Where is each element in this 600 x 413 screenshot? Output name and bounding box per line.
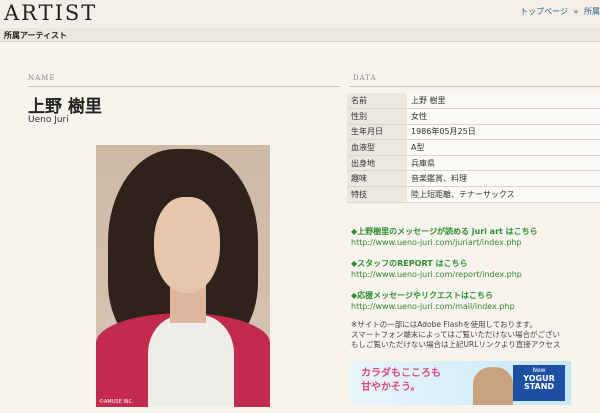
artist-name-en: Ueno Juri xyxy=(28,115,69,125)
profile-row: 生年月日 1986年05月25日 xyxy=(347,124,600,141)
breadcrumb-separator: » xyxy=(573,7,579,16)
profile-row: 血液型 A型 xyxy=(347,139,600,156)
link-juri-art[interactable]: ◆上野樹里のメッセージが読める juri art はこちら http://www… xyxy=(351,226,538,247)
breadcrumb: トップページ » 所属 xyxy=(520,6,600,17)
link-title[interactable]: ◆応援メッセージやリクエストはこちら xyxy=(351,290,515,301)
banner-person-image xyxy=(473,367,513,405)
flash-notice: ※サイトの一部にはAdobe Flashを使用しております。 スマートフォン端末… xyxy=(351,320,600,350)
site-title: ARTIST xyxy=(4,1,98,25)
profile-row: 性別 女性 xyxy=(347,108,600,125)
notice-line: スマートフォン端末によってはご覧いただけない場合がござい xyxy=(351,330,561,339)
profile-value: 女性 xyxy=(407,108,600,125)
profile-value: 音楽鑑賞、料理 xyxy=(407,170,600,188)
name-section-label: NAME xyxy=(28,74,56,82)
data-divider xyxy=(350,86,600,87)
profile-value: 1986年05月25日 xyxy=(407,124,600,141)
profile-key: 性別 xyxy=(347,108,407,125)
data-section-label: DATA xyxy=(353,74,377,82)
profile-row: 出身地 兵庫県 xyxy=(347,155,600,172)
profile-key: 出身地 xyxy=(347,155,407,172)
link-report[interactable]: ◆スタッフのREPORT はこちら http://www.ueno-juri.c… xyxy=(351,258,522,279)
link-url[interactable]: http://www.ueno-juri.com/juriart/index.p… xyxy=(351,238,538,247)
link-mail[interactable]: ◆応援メッセージやリクエストはこちら http://www.ueno-juri.… xyxy=(351,290,515,311)
page-title: 所属アーティスト xyxy=(4,31,68,40)
profile-value: 上野 樹里 xyxy=(407,93,600,110)
banner-copy-line: カラダもこころも xyxy=(361,368,441,379)
banner-copy: カラダもこころも 甘やかそう。 xyxy=(361,367,441,395)
yogurt-stand-banner[interactable]: カラダもこころも 甘やかそう。 New YOGUR STAND xyxy=(351,361,571,405)
photo-face xyxy=(154,197,220,293)
top-bar: ARTIST トップページ » 所属 xyxy=(0,0,600,28)
profile-row: 特技 陸上短距離、テナーサックス xyxy=(347,186,600,203)
banner-logo-text: YOGUR STAND xyxy=(523,374,555,391)
link-title[interactable]: ◆上野樹里のメッセージが読める juri art はこちら xyxy=(351,226,538,237)
profile-key: 趣味 xyxy=(347,170,407,188)
link-url[interactable]: http://www.ueno-juri.com/mail/index.php xyxy=(351,302,515,311)
link-title[interactable]: ◆スタッフのREPORT はこちら xyxy=(351,258,522,269)
profile-key: 特技 xyxy=(347,186,407,203)
profile-row: 名前 上野 樹里 xyxy=(347,93,600,110)
profile-value: A型 xyxy=(407,139,600,156)
name-divider xyxy=(28,86,340,87)
notice-line: ※サイトの一部にはAdobe Flashを使用しております。 xyxy=(351,320,537,329)
notice-line: もしご覧いただけない場合は上記URLリンクより直接アクセス xyxy=(351,340,561,349)
link-url[interactable]: http://www.ueno-juri.com/report/index.ph… xyxy=(351,270,522,279)
banner-logo: New YOGUR STAND xyxy=(513,365,565,401)
profile-row: 趣味 音楽鑑賞、料理 xyxy=(347,170,600,188)
photo-credit: ©AMUSE INC. xyxy=(99,399,134,405)
profile-key: 血液型 xyxy=(347,139,407,156)
profile-value: 陸上短距離、テナーサックス xyxy=(407,186,600,203)
artist-photo: ©AMUSE INC. xyxy=(96,145,270,407)
sub-bar: 所属アーティスト xyxy=(0,28,600,42)
artist-name-jp: 上野 樹里 xyxy=(28,97,102,117)
profile-key: 生年月日 xyxy=(347,124,407,141)
photo-scarf xyxy=(148,315,234,407)
profile-table: 名前 上野 樹里 性別 女性 生年月日 1986年05月25日 血液型 A型 出身地 兵庫県 趣味音… xyxy=(347,93,600,203)
banner-copy-line: 甘やかそう。 xyxy=(361,382,421,393)
breadcrumb-affiliation-link[interactable]: 所属 xyxy=(584,7,600,16)
profile-key: 名前 xyxy=(347,93,407,110)
breadcrumb-top-link[interactable]: トップページ xyxy=(520,7,568,16)
profile-value: 兵庫県 xyxy=(407,155,600,172)
